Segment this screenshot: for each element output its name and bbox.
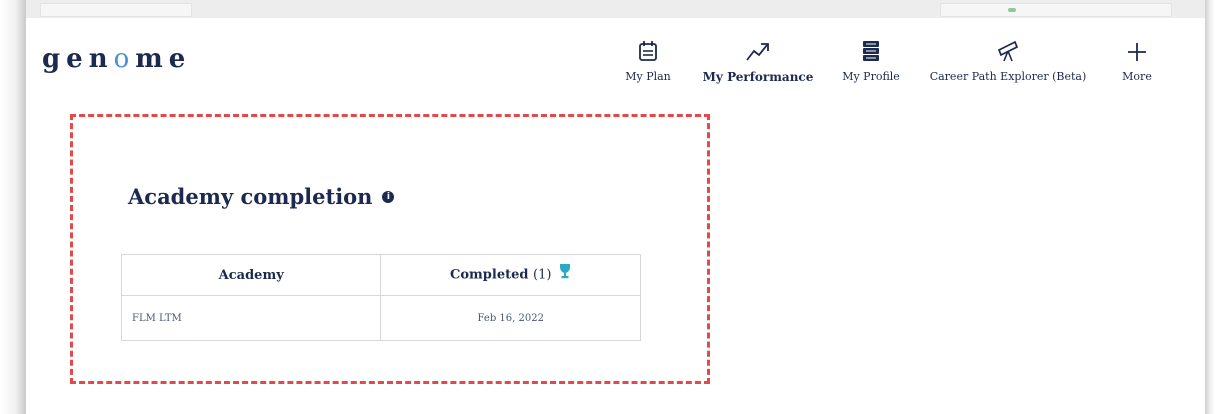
plus-icon	[1112, 40, 1162, 68]
page: genome My Plan My Performance My Profile…	[26, 18, 1205, 414]
nav-more-label: More	[1122, 70, 1152, 83]
highlight-dashed-box	[70, 114, 710, 384]
logo-text-o: o	[113, 44, 136, 74]
browser-top-strip	[0, 0, 1215, 19]
table-header-row: Academy Completed (1)	[120, 254, 641, 296]
nav-my-performance-label: My Performance	[702, 70, 814, 84]
profile-stack-icon	[836, 40, 906, 68]
logo-text-suffix: me	[135, 44, 192, 74]
nav-my-plan-label: My Plan	[625, 70, 671, 83]
nav-career-path-explorer-label: Career Path Explorer (Beta)	[929, 70, 1087, 83]
telescope-icon	[924, 40, 1092, 68]
frame-right-edge	[1205, 0, 1215, 414]
logo-text-prefix: gen	[42, 44, 114, 74]
cell-academy: FLM LTM	[120, 295, 382, 341]
browser-tab-placeholder	[40, 3, 192, 17]
nav-career-path-explorer[interactable]: Career Path Explorer (Beta)	[924, 40, 1092, 83]
genome-logo[interactable]: genome	[42, 44, 191, 74]
completed-count: (1)	[533, 267, 552, 283]
section-title: Academy completion i	[128, 184, 395, 209]
nav-more[interactable]: More	[1112, 40, 1162, 83]
table-row: FLM LTM Feb 16, 2022	[120, 295, 641, 341]
column-header-academy[interactable]: Academy	[120, 254, 382, 296]
browser-toolbar-placeholder	[940, 3, 1172, 17]
academy-completion-table: Academy Completed (1) FLM LTM Feb 16, 20…	[120, 254, 641, 341]
section-title-text: Academy completion	[128, 184, 373, 209]
nav-my-profile-label: My Profile	[842, 70, 900, 83]
nav-my-profile[interactable]: My Profile	[836, 40, 906, 83]
status-dot	[1008, 8, 1016, 12]
trophy-icon	[559, 263, 571, 283]
column-header-completed[interactable]: Completed (1)	[380, 254, 641, 296]
cell-completed-date: Feb 16, 2022	[380, 295, 641, 341]
trend-up-icon	[698, 40, 818, 68]
column-header-completed-label: Completed	[450, 267, 529, 283]
nav-my-plan[interactable]: My Plan	[618, 40, 678, 83]
calendar-icon	[618, 40, 678, 68]
frame-left-edge	[0, 0, 26, 414]
info-icon[interactable]: i	[382, 190, 395, 203]
nav-my-performance[interactable]: My Performance	[698, 40, 818, 84]
